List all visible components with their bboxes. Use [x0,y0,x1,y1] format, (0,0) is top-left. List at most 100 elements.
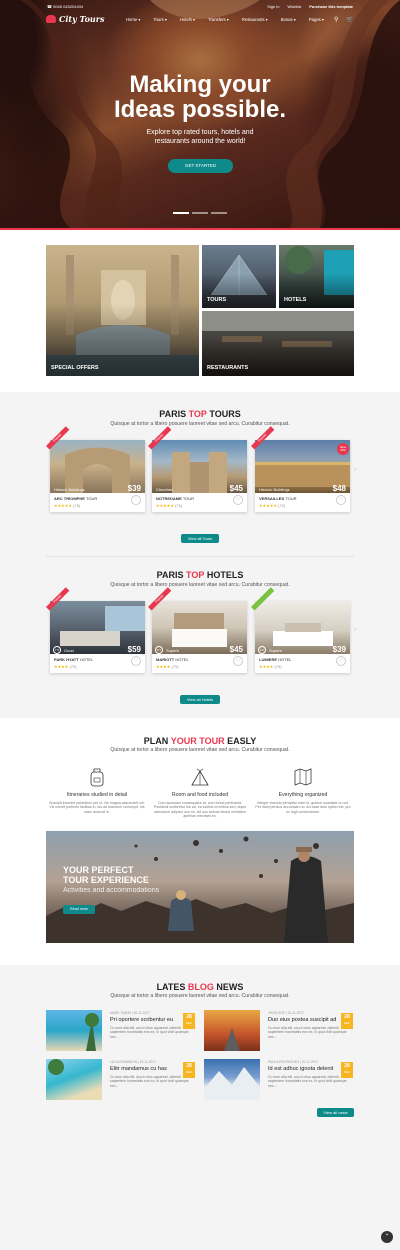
menu-item-pages[interactable]: Pages ▾ [309,17,324,22]
blog-post[interactable]: 28 DEC PAULA RODRIGUEZ | 20.11.2017 Id es… [204,1059,356,1100]
post-meta: JHON DOE | 20.11.2017 [268,1011,304,1015]
back-to-top-icon[interactable]: ⌃ [381,1231,393,1243]
rating-stars: ★★★★ (75) [54,664,77,669]
post-title[interactable]: Pri oportere scribentur eu [110,1017,173,1023]
hotel-card[interactable]: 9.0 Superb $39 LUMIERE HOTEL ★★★★ (75) ♡ [251,587,350,673]
hotel-price: $59 [127,645,141,654]
hero-title: Making your Ideas possible. [0,72,400,122]
hero-divider [0,228,400,230]
cart-icon[interactable]: 🛒 [346,16,353,23]
wishlist-heart-icon[interactable]: ♡ [336,656,346,666]
post-excerpt: Cu eum alia elit, usu in eius appareat, … [110,1075,189,1088]
post-title[interactable]: Id est adhuc ignota delenit [268,1066,333,1072]
plan-subtitle: Quisque at tortor a libero posuere laore… [110,747,290,753]
feature-title: Everything organized [278,792,328,798]
view-all-hotels-button[interactable]: View all Hotels [180,695,220,704]
category-hotels[interactable]: Hotels [279,245,354,308]
post-meta: PAULA RODRIGUEZ | 20.11.2017 [268,1060,319,1064]
get-started-button[interactable]: GET STARTED [168,159,233,173]
category-label: Hotels [284,297,307,303]
carousel-next-icon[interactable]: › [354,627,356,633]
slide-dot[interactable] [192,212,208,214]
slide-dot[interactable] [211,212,227,214]
rating-stars: ★★★★★ (75) [54,503,81,508]
logo-text: City Tours [59,14,105,24]
post-image [204,1059,260,1100]
logo-icon [46,15,56,23]
tour-name: ARC TRIOMPHE TOUR [54,496,98,501]
menu-item-restaurants[interactable]: Restaurants ▾ [242,17,268,22]
hotel-card[interactable]: Popular 7.5 Good $59 PARK HYATT HOTEL ★★… [46,587,145,673]
menu-item-hotels[interactable]: Hotels ▾ [180,17,195,22]
hero-section: ☎ 0045 043204434 Sign in Wishlist Purcha… [0,0,400,228]
post-title[interactable]: Duo eius postea suscipit ad [268,1017,336,1023]
category-label: Special offers [51,365,99,371]
post-image [204,1010,260,1051]
slider-pagination [173,212,227,214]
menu-item-bonus[interactable]: Bonus ▾ [281,17,296,22]
category-tours[interactable]: Tours [202,245,276,308]
promo-title: YOUR PERFECT TOUR EXPERIENCE [63,865,149,885]
tour-category: Historic Buildings [54,487,85,492]
blog-post[interactable]: 28 DEC LUCA ROBINSON | 20.11.2017 Elitr m… [46,1059,198,1100]
hotel-price: $45 [229,645,243,654]
post-image [46,1059,102,1100]
sign-in-link[interactable]: Sign in [267,4,279,9]
wishlist-heart-icon[interactable]: ♡ [233,495,243,505]
tour-name: NOTREDAME TOUR [156,496,195,501]
tour-card[interactable]: Popular Save 20% Historic Buildings $48 … [251,426,350,512]
menu-item-transfers[interactable]: Transfers ▾ [208,17,229,22]
category-special-offers[interactable]: Special offers [46,245,199,376]
wishlist-link[interactable]: Wishlist [287,4,301,9]
feature-room-food: Room and food included Cum accusam conse… [152,767,248,827]
tent-icon [191,768,209,786]
menu-item-tours[interactable]: Tours ▾ [153,17,167,22]
wishlist-heart-icon[interactable]: ♡ [336,495,346,505]
search-icon[interactable]: ⚲ [334,16,338,23]
feature-text: Suscipit invenire petentium per ut. Ne m… [49,801,145,814]
hotel-name: MARIOTT HOTEL [156,657,189,662]
wishlist-heart-icon[interactable]: ♡ [131,656,141,666]
rating-stars: ★★★★ (75) [259,664,282,669]
map-icon [294,768,312,786]
menu-item-home[interactable]: Home ▾ [126,17,140,22]
plan-title: PLAN YOUR TOUR EASLY [143,736,257,746]
blog-post[interactable]: 28 DEC MARK TWAIN | 20.11.2017 Pri oporte… [46,1010,198,1051]
tours-subtitle: Quisque at tortor a libero posuere laore… [110,421,290,427]
hotel-card[interactable]: Popular 8.5 Superb $45 MARIOTT HOTEL ★★★… [148,587,247,673]
tour-card[interactable]: Popular Churches $45 NOTREDAME TOUR ★★★★… [148,426,247,512]
wishlist-heart-icon[interactable]: ♡ [233,656,243,666]
hero-title-line-2: Ideas possible. [113,96,287,123]
purchase-link[interactable]: Purchase this template [309,4,353,9]
logo[interactable]: City Tours [46,14,104,24]
post-title[interactable]: Elitr mandamus cu has [110,1066,167,1072]
tour-card[interactable]: Popular Historic Buildings $39 ARC TRIOM… [46,426,145,512]
promo-subtitle: Activities and accommodations [63,887,160,894]
tour-category: Churches [156,487,174,492]
rating-stars: ★★★★★ (75) [156,503,183,508]
hotel-name: LUMIERE HOTEL [259,657,292,662]
view-all-tours-button[interactable]: View all Tours [181,534,219,543]
phone-number[interactable]: ☎ 0045 043204434 [47,4,83,9]
tours-title: PARIS TOP TOURS [159,409,241,419]
blog-post[interactable]: 28 DEC JHON DOE | 20.11.2017 Duo eius pos… [204,1010,356,1051]
view-all-news-button[interactable]: View all news [317,1108,354,1117]
blog-title: LATES BLOG NEWS [156,982,244,992]
post-meta: LUCA ROBINSON | 20.11.2017 [110,1060,157,1064]
read-more-button[interactable]: Read more [63,905,95,914]
carousel-next-icon[interactable]: › [354,467,356,473]
hero-subtitle: Explore top rated tours, hotels and rest… [146,129,254,145]
slide-dot[interactable] [173,212,189,214]
category-restaurants[interactable]: Restaurants [202,311,354,376]
wishlist-heart-icon[interactable]: ♡ [131,495,141,505]
hotel-rank: Superb [166,648,179,653]
tour-price: $45 [229,484,243,493]
top-bar: ☎ 0045 043204434 Sign in Wishlist Purcha… [0,0,400,12]
hotel-rank: Superb [269,648,282,653]
hotel-rank: Good [64,648,74,653]
tour-price: $48 [332,484,346,493]
post-image [46,1010,102,1051]
hotels-title: PARIS TOP HOTELS [156,570,244,580]
hotel-score: 8.5 [155,646,163,654]
post-excerpt: Cu eum alia elit, usu in eius appareat, … [110,1026,189,1039]
